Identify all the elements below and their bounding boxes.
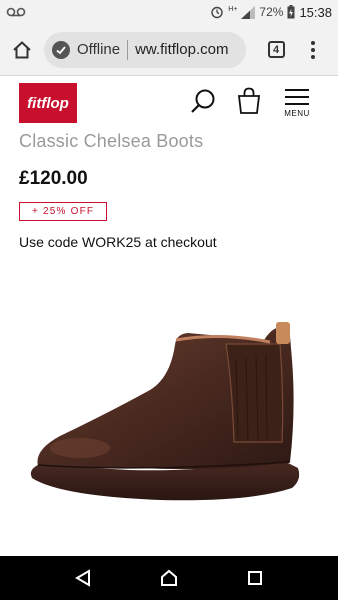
battery-percent: 72% <box>259 5 284 19</box>
tab-switcher-button[interactable]: 4 <box>254 24 298 76</box>
address-bar[interactable]: Offline ww.fitflop.com <box>44 31 246 68</box>
promo-text: Use code WORK25 at checkout <box>19 234 217 250</box>
nav-back-button[interactable] <box>63 558 103 598</box>
browser-home-button[interactable] <box>0 24 44 76</box>
menu-dot <box>311 47 315 52</box>
alarm-icon <box>211 6 223 19</box>
product-title: Classic Chelsea Boots <box>19 131 204 151</box>
url-text: ww.fitflop.com <box>135 41 229 58</box>
battery-icon <box>287 5 295 19</box>
menu-dot <box>311 40 315 45</box>
svg-text:fitflop: fitflop <box>27 95 69 112</box>
site-header: fitflop MENU <box>0 77 338 127</box>
status-right: H+ 72% 15:38 <box>210 5 332 20</box>
status-time: 15:38 <box>299 4 332 20</box>
site-menu-button[interactable]: MENU <box>282 89 312 123</box>
hamburger-line <box>285 89 309 91</box>
shopping-bag-icon <box>237 87 261 114</box>
back-triangle-icon <box>75 569 90 587</box>
url-divider <box>127 39 129 60</box>
signal-type-label: H+ <box>228 5 238 13</box>
hamburger-line <box>285 96 309 98</box>
product-price: £120.00 <box>19 168 88 189</box>
fitflop-logo[interactable]: fitflop <box>19 83 77 123</box>
home-circle-icon <box>161 569 177 586</box>
tab-count: 4 <box>267 41 285 58</box>
nav-recents-button[interactable] <box>235 558 275 598</box>
browser-toolbar: Offline ww.fitflop.com 4 <box>0 24 338 76</box>
browser-menu-button[interactable] <box>298 24 328 76</box>
system-nav-bar <box>0 556 338 600</box>
menu-dot <box>311 54 315 59</box>
hamburger-line <box>285 103 309 105</box>
search-icon <box>191 89 215 113</box>
search-button[interactable] <box>188 87 218 117</box>
status-bar: H+ 72% 15:38 <box>0 0 338 24</box>
offline-label: Offline <box>77 41 121 58</box>
voicemail-icon <box>6 7 26 17</box>
discount-badge: + 25% OFF <box>19 202 108 221</box>
menu-label: MENU <box>284 109 310 118</box>
product-image-boot[interactable] <box>20 300 320 520</box>
signal-icon <box>241 5 256 19</box>
offline-icon <box>52 40 70 59</box>
recents-square-icon <box>248 571 262 585</box>
shopping-bag-button[interactable] <box>236 87 262 115</box>
home-icon <box>13 40 31 58</box>
nav-home-button[interactable] <box>149 558 189 598</box>
status-left <box>6 7 26 17</box>
